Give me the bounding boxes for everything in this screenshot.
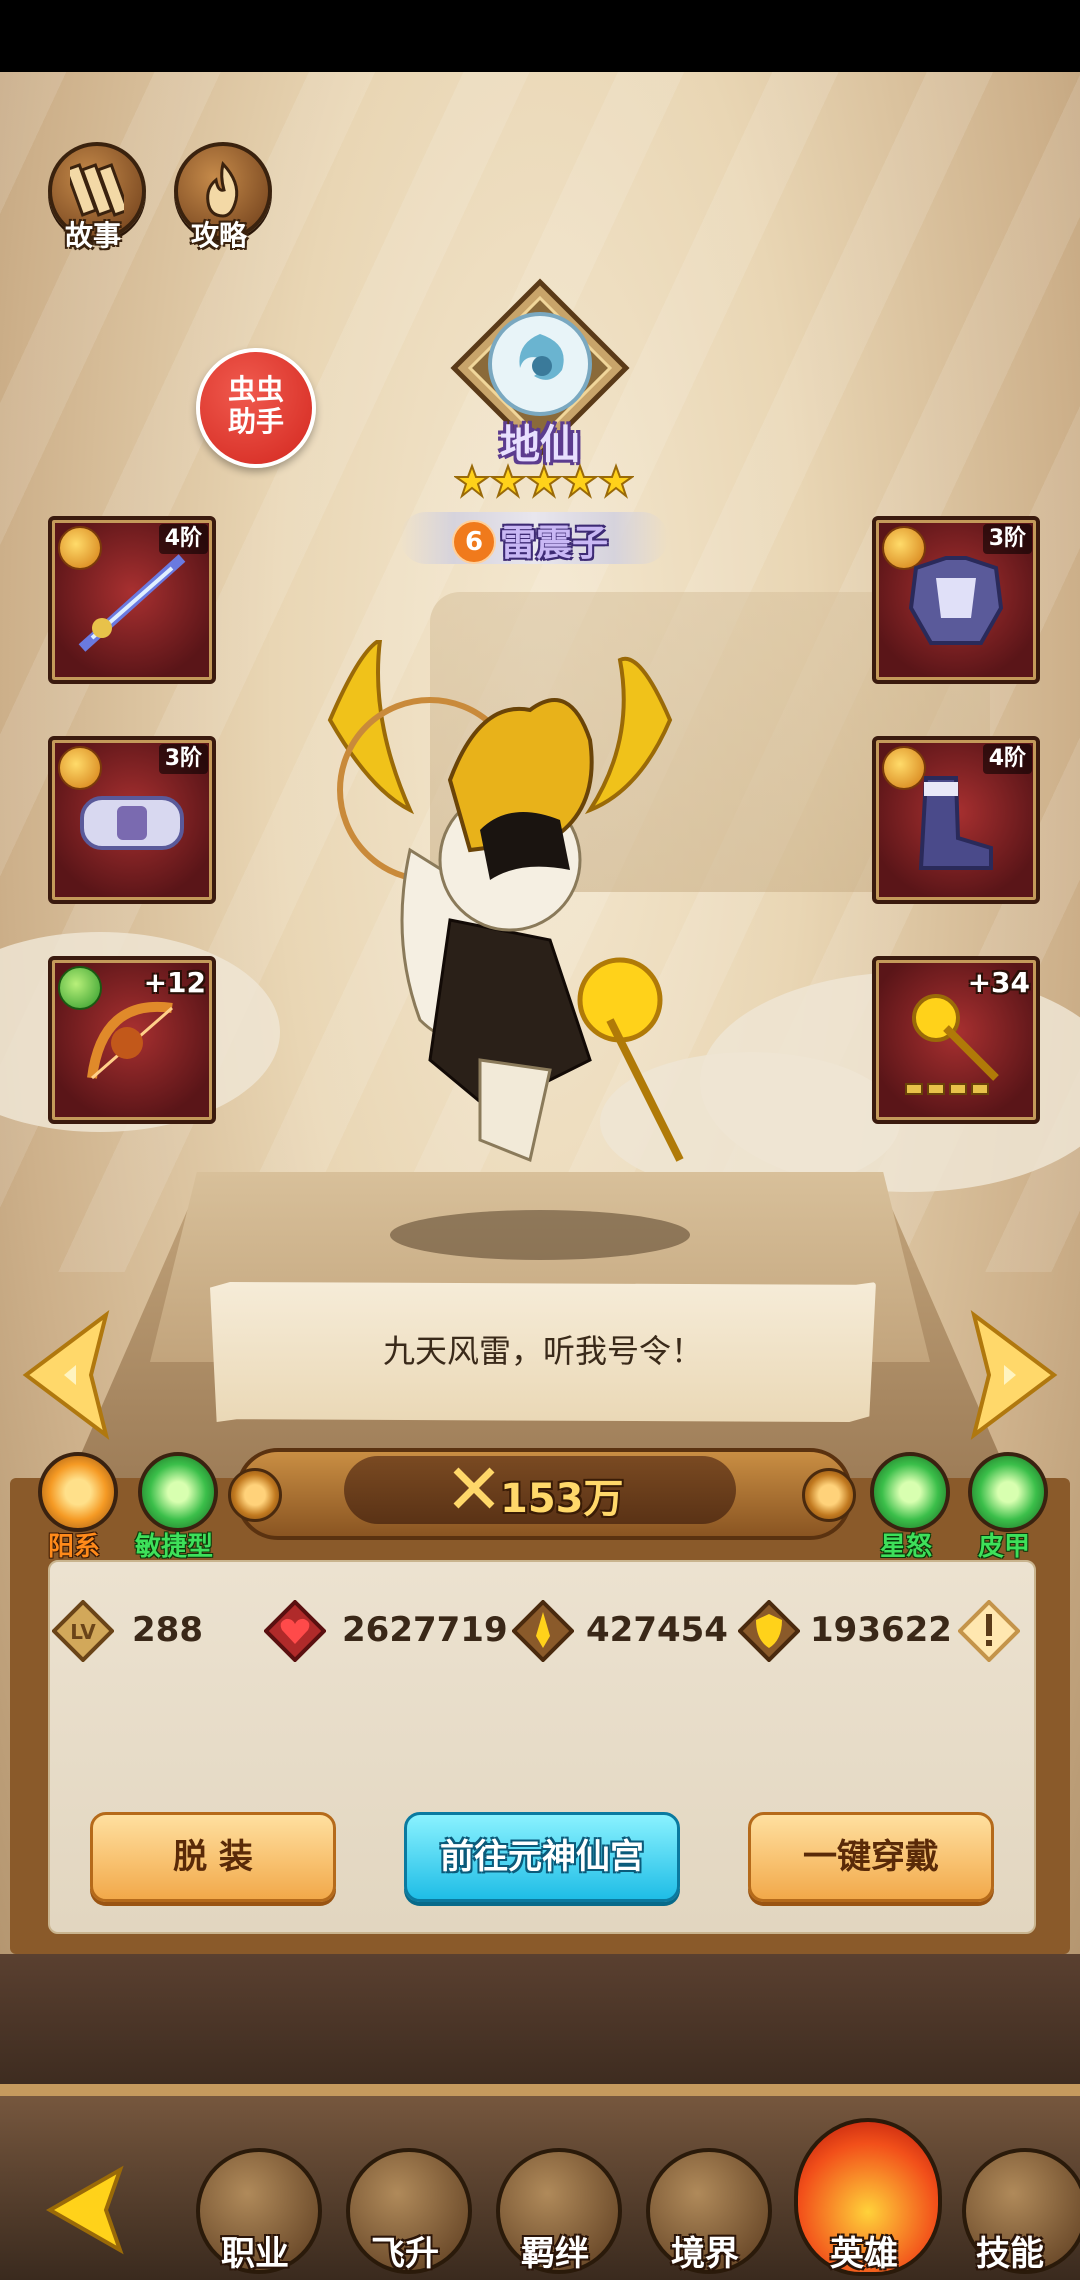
crossed-swords-icon [453, 1467, 495, 1509]
nav-realm-label: 境界 [671, 2234, 739, 2274]
next-hero-arrow-icon[interactable] [964, 1310, 1064, 1440]
star-rating [454, 463, 634, 499]
hero-name: 雷震子 [500, 523, 609, 564]
equip-slot-bow[interactable]: +12 [48, 956, 216, 1124]
nav-rope [0, 2084, 1080, 2096]
hero-number-badge: 6 [452, 520, 496, 564]
helper-button[interactable]: 虫虫 助手 [196, 348, 316, 468]
helper-label-line1: 虫虫 [227, 373, 284, 406]
star-icon [488, 463, 528, 499]
equip-slot-hammer[interactable]: +34 [872, 956, 1040, 1124]
star-icon [524, 463, 564, 499]
star-rage-icon[interactable] [870, 1452, 950, 1532]
sword-icon [78, 554, 186, 652]
book-icon [70, 163, 124, 217]
story-label: 故事 [64, 219, 121, 252]
gear-icon [228, 1468, 282, 1522]
stat-attack: 427454 [586, 1610, 728, 1650]
defense-icon [738, 1600, 800, 1662]
trait-armor-label: 皮甲 [977, 1532, 1030, 1562]
bow-icon [87, 1001, 173, 1080]
prev-hero-arrow-icon[interactable] [16, 1310, 116, 1440]
equip-all-button[interactable]: 一键穿戴 [748, 1812, 994, 1902]
heart-icon [264, 1600, 326, 1662]
stat-defense: 193622 [810, 1610, 952, 1650]
trait-type-label: 敏捷型 [134, 1532, 213, 1562]
stat-level: 288 [132, 1610, 203, 1650]
leather-armor-icon[interactable] [968, 1452, 1048, 1532]
level-icon: LV [52, 1600, 114, 1662]
nav-career-label: 职业 [221, 2234, 289, 2274]
back-arrow-icon[interactable] [40, 2160, 140, 2260]
gear-icon [802, 1468, 856, 1522]
star-icon [560, 463, 600, 499]
nav-hero-label: 英雄 [830, 2234, 898, 2274]
star-icon [596, 463, 634, 499]
hammer-icon [905, 994, 999, 1095]
nav-bond-label: 羁绊 [521, 2234, 589, 2274]
stat-hp: 2627719 [342, 1610, 508, 1650]
helper-label-line2: 助手 [227, 405, 284, 438]
attack-icon [512, 1600, 574, 1662]
faction-sun-icon[interactable] [38, 1452, 118, 1532]
equip-slot-armor[interactable]: 3阶 [872, 516, 1040, 684]
info-alert-icon[interactable] [958, 1600, 1020, 1662]
panel-footer [0, 1954, 1080, 2084]
belt-icon [80, 796, 184, 850]
equip-slot-weapon[interactable]: 4阶 [48, 516, 216, 684]
star-icon [454, 463, 492, 499]
hero-character[interactable] [290, 640, 710, 1220]
boots-icon [918, 776, 993, 870]
combat-power: 153万 [500, 1476, 624, 1522]
guide-label: 攻略 [190, 219, 247, 252]
goto-palace-button[interactable]: 前往元神仙宫 [404, 1812, 680, 1902]
unequip-button[interactable]: 脱 装 [90, 1812, 336, 1902]
level-icon-label: LV [70, 1620, 96, 1644]
flame-icon [206, 160, 239, 218]
equip-slot-boots[interactable]: 4阶 [872, 736, 1040, 904]
nav-skill-label: 技能 [976, 2234, 1044, 2274]
speech-text: 九天风雷，听我号令！ [382, 1332, 703, 1370]
type-agility-icon[interactable] [138, 1452, 218, 1532]
equip-slot-belt[interactable]: 3阶 [48, 736, 216, 904]
nav-ascend-label: 飞升 [371, 2234, 439, 2274]
armor-icon [908, 556, 1004, 645]
